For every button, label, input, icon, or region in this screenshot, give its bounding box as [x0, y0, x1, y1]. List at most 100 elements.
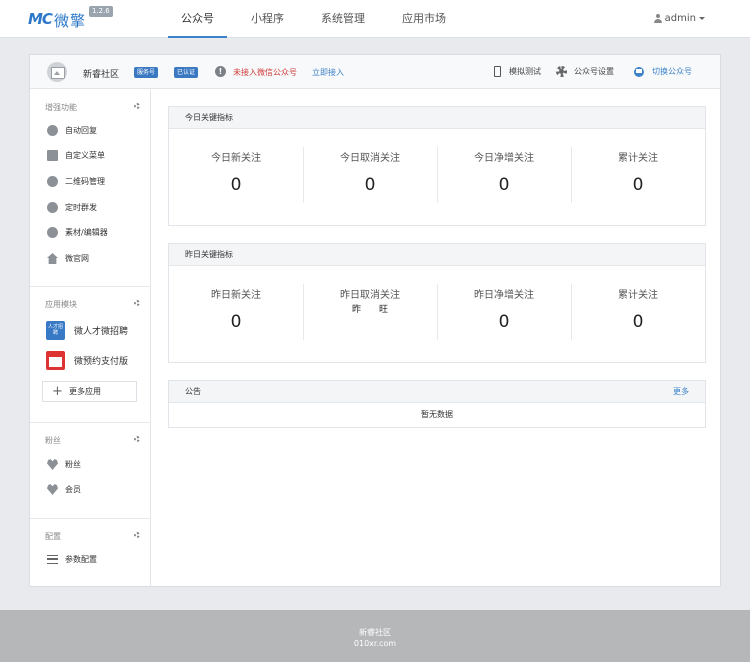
switch-account-label: 切换公众号 [652, 67, 692, 76]
tab-official-account[interactable]: 公众号 [168, 0, 227, 38]
top-navbar: MC 微擎 1.2.6 公众号 小程序 系统管理 应用市场 admin [0, 0, 750, 38]
document-icon [47, 150, 58, 161]
today-metrics-panel: 今日关键指标 今日新关注 0 今日取消关注 0 今日净增关注 0 累计关注 0 [168, 106, 706, 226]
sidebar-item-label: 定时群发 [65, 203, 97, 212]
sidebar-item-custom-menu[interactable]: 自定义菜单 [47, 150, 105, 161]
stat-label: 今日取消关注 [340, 153, 400, 164]
main-card: 新睿社区 服务号 已认证 ! 未接入微信公众号 立即接入 模拟测试 公众号设置 … [29, 54, 721, 587]
plus-icon: + [52, 383, 63, 399]
not-connected-warning: 未接入微信公众号 [233, 68, 297, 77]
calendar-icon [46, 351, 65, 370]
tab-mini-program[interactable]: 小程序 [238, 0, 297, 38]
panel-title: 昨日关键指标 [169, 244, 705, 266]
sidebar-item-scheduled-send[interactable]: 定时群发 [47, 202, 97, 213]
stats-row: 今日新关注 0 今日取消关注 0 今日净增关注 0 累计关注 0 [169, 129, 705, 225]
sidebar-item-micro-site[interactable]: 微官网 [47, 253, 89, 264]
main-nav: 公众号 小程序 系统管理 应用市场 [168, 0, 470, 38]
sidebar-item-members[interactable]: 会员 [47, 484, 81, 495]
logo-mark: MC [28, 10, 53, 28]
caret-down-icon [699, 17, 705, 20]
sidebar-item-label: 素材/编辑器 [65, 228, 108, 237]
stat-yesterday-net: 昨日净增关注 0 [437, 266, 571, 362]
edit-icon [47, 227, 58, 238]
username: admin [664, 13, 696, 24]
sidebar-item-label: 参数配置 [65, 555, 97, 564]
stat-label: 今日新关注 [211, 153, 261, 164]
sidebar-item-qrcode[interactable]: 二维码管理 [47, 176, 105, 187]
sidebar-item-fans[interactable]: 粉丝 [47, 459, 81, 470]
sidebar-item-label: 自动回复 [65, 126, 97, 135]
app-item-booking-pay[interactable]: 微预约支付版 [46, 351, 128, 370]
gear-icon [556, 66, 567, 77]
connect-now-link[interactable]: 立即接入 [312, 67, 344, 78]
tab-app-market[interactable]: 应用市场 [389, 0, 459, 38]
more-apps-label: 更多应用 [69, 387, 101, 396]
stat-yesterday-new: 昨日新关注 0 [169, 266, 303, 362]
timer-icon [47, 202, 58, 213]
app-item-label: 微人才微招聘 [74, 327, 129, 337]
panel-title: 今日关键指标 [169, 107, 705, 129]
heart-icon [47, 459, 58, 470]
logo[interactable]: MC 微擎 1.2.6 [28, 6, 113, 30]
tab-system-management[interactable]: 系统管理 [308, 0, 378, 38]
sidebar-item-label: 微官网 [65, 254, 89, 263]
sidebar-item-label: 自定义菜单 [65, 151, 105, 160]
account-header: 新睿社区 服务号 已认证 ! 未接入微信公众号 立即接入 模拟测试 公众号设置 … [30, 55, 720, 89]
gear-icon[interactable] [134, 300, 140, 306]
stat-label: 昨日净增关注 [474, 290, 534, 301]
stat-today-net: 今日净增关注 0 [437, 129, 571, 225]
divider [30, 518, 150, 519]
sidebar-item-material-editor[interactable]: 素材/编辑器 [47, 227, 108, 238]
stat-value: 0 [498, 312, 510, 332]
section-title-fans: 粉丝 [45, 436, 61, 445]
logo-text: 微擎 [53, 12, 86, 30]
sidebar: 增强功能 自动回复 自定义菜单 二维码管理 定时群发 素材/编辑器 微官网 应用 [30, 90, 151, 587]
panel-header: 公告 更多 [169, 381, 705, 403]
sidebar-item-label: 会员 [65, 485, 81, 494]
stat-total-follow: 累计关注 0 [571, 266, 705, 362]
verified-badge: 已认证 [174, 67, 199, 78]
section-title-enhanced: 增强功能 [45, 103, 77, 112]
app-item-talent-recruit[interactable]: 人才招聘 微人才微招聘 [46, 321, 128, 340]
sidebar-item-parameters[interactable]: 参数配置 [47, 554, 97, 565]
gear-icon[interactable] [134, 103, 140, 109]
notice-panel: 公告 更多 暂无数据 [168, 380, 706, 428]
stat-value: 0 [364, 175, 376, 195]
list-icon [47, 555, 58, 564]
divider [30, 422, 150, 423]
gear-icon[interactable] [134, 532, 140, 538]
account-settings-button[interactable]: 公众号设置 [556, 66, 614, 77]
footer-domain[interactable]: 010xr.com [0, 639, 750, 648]
account-settings-label: 公众号设置 [574, 67, 614, 76]
chat-icon [47, 125, 58, 136]
switch-account-button[interactable]: 切换公众号 [634, 66, 692, 77]
account-avatar [47, 62, 67, 82]
sidebar-item-auto-reply[interactable]: 自动回复 [47, 125, 97, 136]
more-apps-button[interactable]: + 更多应用 [42, 381, 137, 402]
footer-site-name: 新睿社区 [359, 628, 391, 637]
stat-value: 0 [632, 175, 644, 195]
gear-icon[interactable] [134, 436, 140, 442]
stat-today-unfollow: 今日取消关注 0 [303, 129, 437, 225]
stat-value: 0 [498, 175, 510, 195]
simulate-test-label: 模拟测试 [509, 67, 541, 76]
sidebar-item-label: 粉丝 [65, 460, 81, 469]
stat-label: 昨日取消关注 [340, 290, 400, 301]
service-account-badge: 服务号 [134, 67, 159, 78]
home-icon [47, 253, 58, 264]
simulate-test-button[interactable]: 模拟测试 [494, 66, 541, 77]
stat-label: 今日净增关注 [474, 153, 534, 164]
section-title-config: 配置 [45, 532, 61, 541]
warning-icon: ! [215, 66, 226, 77]
more-link[interactable]: 更多 [673, 381, 689, 403]
footer: 新睿社区 010xr.com [0, 610, 750, 662]
stat-total-follow: 累计关注 0 [571, 129, 705, 225]
sidebar-item-label: 二维码管理 [65, 177, 105, 186]
user-menu[interactable]: admin [653, 13, 705, 24]
stat-label: 累计关注 [618, 290, 658, 301]
stat-label: 累计关注 [618, 153, 658, 164]
stats-row: 昨日新关注 0 昨日取消关注 昨 旺 昨日净增关注 0 累计关注 0 [169, 266, 705, 362]
phone-icon [494, 66, 501, 77]
stat-label: 昨日新关注 [211, 290, 261, 301]
render-glitch-text: 昨 旺 [351, 305, 388, 315]
